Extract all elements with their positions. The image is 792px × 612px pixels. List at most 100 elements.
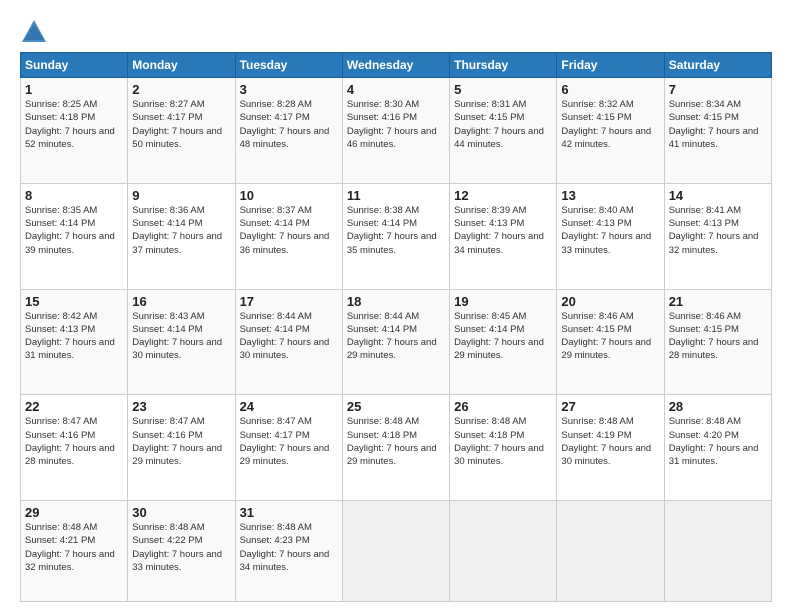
calendar-cell: 12Sunrise: 8:39 AMSunset: 4:13 PMDayligh… (450, 183, 557, 289)
day-number: 19 (454, 294, 552, 309)
calendar-cell: 8Sunrise: 8:35 AMSunset: 4:14 PMDaylight… (21, 183, 128, 289)
day-info: Sunrise: 8:32 AMSunset: 4:15 PMDaylight:… (561, 98, 659, 151)
calendar-cell (664, 501, 771, 602)
calendar-cell: 1Sunrise: 8:25 AMSunset: 4:18 PMDaylight… (21, 78, 128, 184)
calendar-week-row: 22Sunrise: 8:47 AMSunset: 4:16 PMDayligh… (21, 395, 772, 501)
calendar-header-row: SundayMondayTuesdayWednesdayThursdayFrid… (21, 53, 772, 78)
column-header-monday: Monday (128, 53, 235, 78)
calendar-cell (557, 501, 664, 602)
calendar-cell: 21Sunrise: 8:46 AMSunset: 4:15 PMDayligh… (664, 289, 771, 395)
calendar-cell: 27Sunrise: 8:48 AMSunset: 4:19 PMDayligh… (557, 395, 664, 501)
calendar-cell: 31Sunrise: 8:48 AMSunset: 4:23 PMDayligh… (235, 501, 342, 602)
calendar-cell: 13Sunrise: 8:40 AMSunset: 4:13 PMDayligh… (557, 183, 664, 289)
calendar-cell: 7Sunrise: 8:34 AMSunset: 4:15 PMDaylight… (664, 78, 771, 184)
calendar-cell: 29Sunrise: 8:48 AMSunset: 4:21 PMDayligh… (21, 501, 128, 602)
calendar-cell (342, 501, 449, 602)
calendar-cell: 30Sunrise: 8:48 AMSunset: 4:22 PMDayligh… (128, 501, 235, 602)
day-info: Sunrise: 8:47 AMSunset: 4:16 PMDaylight:… (25, 415, 123, 468)
day-number: 12 (454, 188, 552, 203)
calendar-cell: 28Sunrise: 8:48 AMSunset: 4:20 PMDayligh… (664, 395, 771, 501)
day-info: Sunrise: 8:25 AMSunset: 4:18 PMDaylight:… (25, 98, 123, 151)
day-number: 13 (561, 188, 659, 203)
day-number: 8 (25, 188, 123, 203)
day-number: 20 (561, 294, 659, 309)
day-info: Sunrise: 8:42 AMSunset: 4:13 PMDaylight:… (25, 310, 123, 363)
calendar-week-row: 8Sunrise: 8:35 AMSunset: 4:14 PMDaylight… (21, 183, 772, 289)
day-info: Sunrise: 8:31 AMSunset: 4:15 PMDaylight:… (454, 98, 552, 151)
logo (20, 18, 52, 46)
day-info: Sunrise: 8:48 AMSunset: 4:18 PMDaylight:… (347, 415, 445, 468)
day-number: 4 (347, 82, 445, 97)
day-info: Sunrise: 8:48 AMSunset: 4:21 PMDaylight:… (25, 521, 123, 574)
day-number: 11 (347, 188, 445, 203)
day-number: 7 (669, 82, 767, 97)
day-info: Sunrise: 8:41 AMSunset: 4:13 PMDaylight:… (669, 204, 767, 257)
calendar-cell: 3Sunrise: 8:28 AMSunset: 4:17 PMDaylight… (235, 78, 342, 184)
calendar-cell: 2Sunrise: 8:27 AMSunset: 4:17 PMDaylight… (128, 78, 235, 184)
day-number: 3 (240, 82, 338, 97)
day-number: 27 (561, 399, 659, 414)
calendar-cell: 26Sunrise: 8:48 AMSunset: 4:18 PMDayligh… (450, 395, 557, 501)
day-info: Sunrise: 8:38 AMSunset: 4:14 PMDaylight:… (347, 204, 445, 257)
day-number: 10 (240, 188, 338, 203)
calendar-cell: 22Sunrise: 8:47 AMSunset: 4:16 PMDayligh… (21, 395, 128, 501)
calendar-cell: 6Sunrise: 8:32 AMSunset: 4:15 PMDaylight… (557, 78, 664, 184)
day-info: Sunrise: 8:36 AMSunset: 4:14 PMDaylight:… (132, 204, 230, 257)
calendar-cell: 19Sunrise: 8:45 AMSunset: 4:14 PMDayligh… (450, 289, 557, 395)
day-number: 30 (132, 505, 230, 520)
day-number: 5 (454, 82, 552, 97)
day-info: Sunrise: 8:40 AMSunset: 4:13 PMDaylight:… (561, 204, 659, 257)
day-number: 6 (561, 82, 659, 97)
day-number: 18 (347, 294, 445, 309)
day-number: 23 (132, 399, 230, 414)
column-header-tuesday: Tuesday (235, 53, 342, 78)
calendar-week-row: 29Sunrise: 8:48 AMSunset: 4:21 PMDayligh… (21, 501, 772, 602)
day-info: Sunrise: 8:37 AMSunset: 4:14 PMDaylight:… (240, 204, 338, 257)
day-info: Sunrise: 8:48 AMSunset: 4:20 PMDaylight:… (669, 415, 767, 468)
day-number: 24 (240, 399, 338, 414)
day-number: 28 (669, 399, 767, 414)
day-number: 14 (669, 188, 767, 203)
day-number: 25 (347, 399, 445, 414)
calendar-cell: 16Sunrise: 8:43 AMSunset: 4:14 PMDayligh… (128, 289, 235, 395)
day-info: Sunrise: 8:44 AMSunset: 4:14 PMDaylight:… (240, 310, 338, 363)
calendar-cell: 11Sunrise: 8:38 AMSunset: 4:14 PMDayligh… (342, 183, 449, 289)
day-number: 26 (454, 399, 552, 414)
calendar-cell: 4Sunrise: 8:30 AMSunset: 4:16 PMDaylight… (342, 78, 449, 184)
day-info: Sunrise: 8:46 AMSunset: 4:15 PMDaylight:… (669, 310, 767, 363)
calendar-cell (450, 501, 557, 602)
day-info: Sunrise: 8:48 AMSunset: 4:23 PMDaylight:… (240, 521, 338, 574)
calendar-page: SundayMondayTuesdayWednesdayThursdayFrid… (0, 0, 792, 612)
day-info: Sunrise: 8:27 AMSunset: 4:17 PMDaylight:… (132, 98, 230, 151)
calendar-cell: 25Sunrise: 8:48 AMSunset: 4:18 PMDayligh… (342, 395, 449, 501)
calendar-cell: 10Sunrise: 8:37 AMSunset: 4:14 PMDayligh… (235, 183, 342, 289)
day-number: 1 (25, 82, 123, 97)
day-number: 9 (132, 188, 230, 203)
day-info: Sunrise: 8:48 AMSunset: 4:18 PMDaylight:… (454, 415, 552, 468)
day-info: Sunrise: 8:30 AMSunset: 4:16 PMDaylight:… (347, 98, 445, 151)
calendar-table: SundayMondayTuesdayWednesdayThursdayFrid… (20, 52, 772, 602)
day-info: Sunrise: 8:43 AMSunset: 4:14 PMDaylight:… (132, 310, 230, 363)
day-info: Sunrise: 8:47 AMSunset: 4:17 PMDaylight:… (240, 415, 338, 468)
column-header-thursday: Thursday (450, 53, 557, 78)
page-header (20, 18, 772, 46)
calendar-cell: 18Sunrise: 8:44 AMSunset: 4:14 PMDayligh… (342, 289, 449, 395)
calendar-cell: 9Sunrise: 8:36 AMSunset: 4:14 PMDaylight… (128, 183, 235, 289)
day-number: 15 (25, 294, 123, 309)
day-number: 2 (132, 82, 230, 97)
day-info: Sunrise: 8:48 AMSunset: 4:19 PMDaylight:… (561, 415, 659, 468)
logo-icon (20, 18, 48, 46)
calendar-cell: 24Sunrise: 8:47 AMSunset: 4:17 PMDayligh… (235, 395, 342, 501)
day-info: Sunrise: 8:47 AMSunset: 4:16 PMDaylight:… (132, 415, 230, 468)
calendar-cell: 20Sunrise: 8:46 AMSunset: 4:15 PMDayligh… (557, 289, 664, 395)
day-info: Sunrise: 8:28 AMSunset: 4:17 PMDaylight:… (240, 98, 338, 151)
calendar-cell: 23Sunrise: 8:47 AMSunset: 4:16 PMDayligh… (128, 395, 235, 501)
day-info: Sunrise: 8:45 AMSunset: 4:14 PMDaylight:… (454, 310, 552, 363)
calendar-week-row: 15Sunrise: 8:42 AMSunset: 4:13 PMDayligh… (21, 289, 772, 395)
calendar-cell: 5Sunrise: 8:31 AMSunset: 4:15 PMDaylight… (450, 78, 557, 184)
day-info: Sunrise: 8:46 AMSunset: 4:15 PMDaylight:… (561, 310, 659, 363)
day-info: Sunrise: 8:35 AMSunset: 4:14 PMDaylight:… (25, 204, 123, 257)
day-number: 29 (25, 505, 123, 520)
day-number: 31 (240, 505, 338, 520)
calendar-cell: 14Sunrise: 8:41 AMSunset: 4:13 PMDayligh… (664, 183, 771, 289)
